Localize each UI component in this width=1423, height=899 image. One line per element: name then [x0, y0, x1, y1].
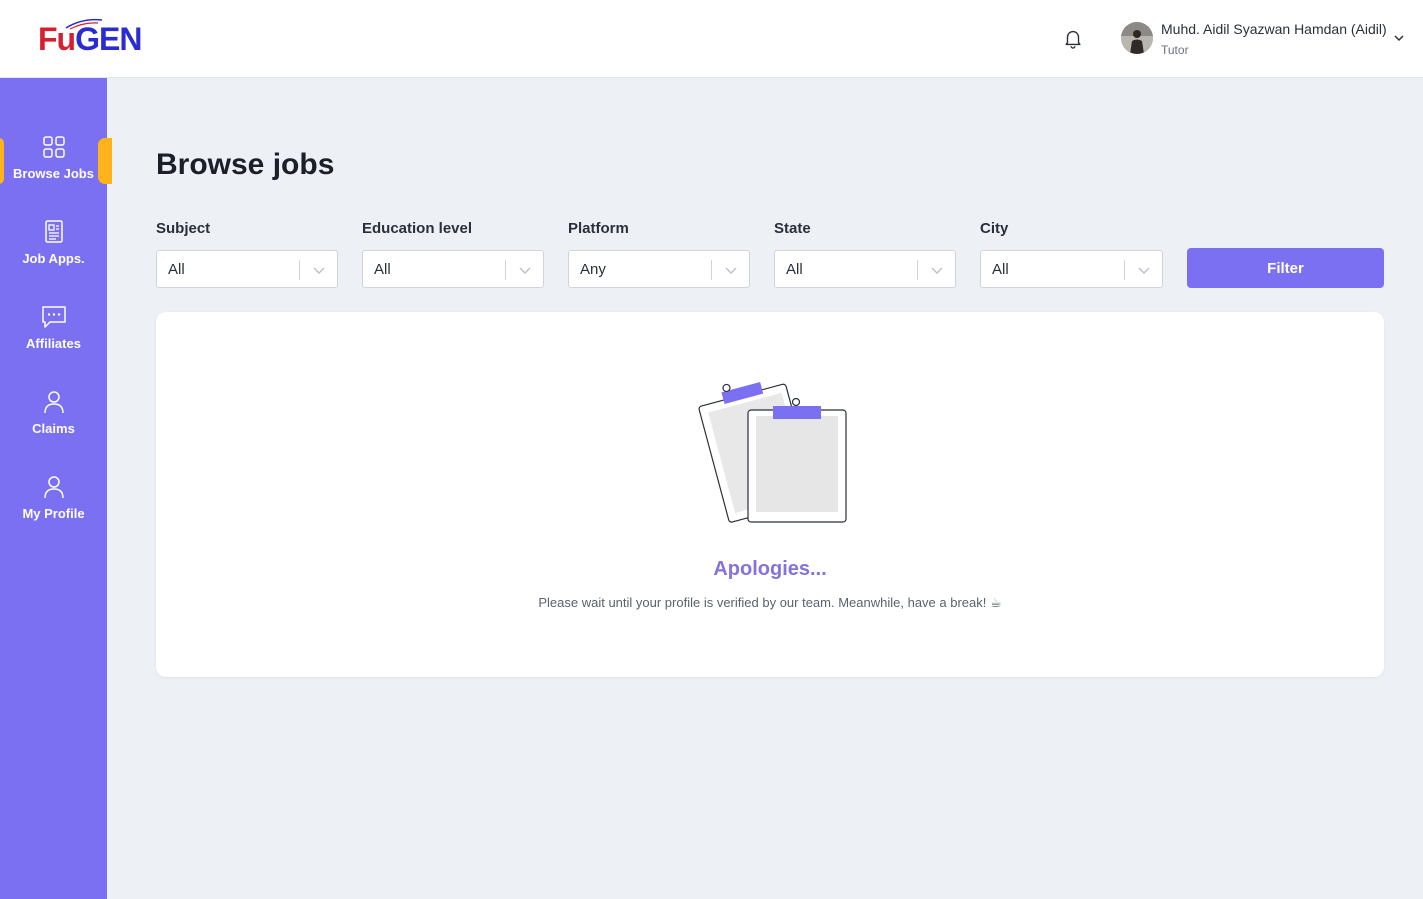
sidebar-item-my-profile[interactable]: My Profile	[0, 474, 107, 544]
select-value: All	[786, 261, 803, 278]
fugen-logo[interactable]: FuGEN	[38, 18, 156, 58]
filter-subject: Subject All	[156, 220, 338, 288]
empty-state-message: Please wait until your profile is verifi…	[538, 595, 1002, 610]
filter-platform: Platform Any	[568, 220, 750, 288]
select-value: All	[992, 261, 1009, 278]
sidebar-item-label: My Profile	[22, 506, 85, 521]
select-separator	[1124, 260, 1125, 280]
filter-label: State	[774, 220, 811, 237]
select-separator	[505, 260, 506, 280]
avatar[interactable]	[1121, 22, 1153, 54]
chat-icon	[41, 306, 66, 328]
person-icon	[43, 391, 64, 414]
select-separator	[711, 260, 712, 280]
empty-state-card: Apologies... Please wait until your prof…	[156, 312, 1384, 677]
filter-label: Education level	[362, 220, 473, 237]
chevron-down-icon[interactable]	[518, 263, 532, 277]
education-level-select[interactable]: All	[362, 250, 544, 288]
select-value: All	[374, 261, 391, 278]
select-separator	[917, 260, 918, 280]
newspaper-icon	[44, 220, 63, 243]
filter-label: Subject	[156, 220, 211, 237]
chevron-down-icon[interactable]	[1392, 31, 1406, 45]
chevron-down-icon[interactable]	[724, 263, 738, 277]
sidebar-item-browse-jobs[interactable]: Browse Jobs	[0, 134, 107, 204]
sidebar-item-label: Job Apps.	[22, 251, 85, 266]
sidebar-item-affiliates[interactable]: Affiliates	[0, 304, 107, 374]
filter-city: City All	[980, 220, 1163, 288]
select-value: All	[168, 261, 185, 278]
city-select[interactable]: All	[980, 250, 1163, 288]
chevron-down-icon[interactable]	[312, 263, 326, 277]
empty-state-title: Apologies...	[713, 558, 827, 580]
chevron-down-icon[interactable]	[1137, 263, 1151, 277]
sidebar: Browse Jobs Job Apps. Affiliates Claims	[0, 78, 112, 899]
grid-icon	[42, 136, 65, 158]
logo-text-fu: Fu	[38, 21, 76, 57]
sidebar-item-job-apps[interactable]: Job Apps.	[0, 219, 107, 289]
platform-select[interactable]: Any	[568, 250, 750, 288]
user-role: Tutor	[1161, 43, 1189, 57]
clipboards-illustration	[698, 382, 847, 523]
filter-education-level: Education level All	[362, 220, 544, 288]
select-separator	[299, 260, 300, 280]
chevron-down-icon[interactable]	[930, 263, 944, 277]
top-bar: FuGEN Muhd. Aidil Syazwan Hamdan (Aidil)…	[0, 0, 1423, 78]
logo-text-gen: GEN	[75, 21, 142, 57]
person-icon	[43, 476, 64, 499]
sidebar-item-label: Affiliates	[26, 336, 81, 351]
page-title: Browse jobs	[156, 148, 335, 181]
filter-state: State All	[774, 220, 956, 288]
filter-label: City	[980, 220, 1009, 237]
state-select[interactable]: All	[774, 250, 956, 288]
sidebar-item-claims[interactable]: Claims	[0, 389, 107, 459]
user-name[interactable]: Muhd. Aidil Syazwan Hamdan (Aidil)	[1161, 21, 1387, 37]
bell-icon[interactable]	[1062, 27, 1084, 49]
filter-button[interactable]: Filter	[1187, 248, 1384, 288]
subject-select[interactable]: All	[156, 250, 338, 288]
sidebar-item-label: Claims	[32, 421, 75, 436]
select-value: Any	[580, 261, 606, 278]
filter-label: Platform	[568, 220, 629, 237]
sidebar-item-label: Browse Jobs	[13, 166, 94, 181]
